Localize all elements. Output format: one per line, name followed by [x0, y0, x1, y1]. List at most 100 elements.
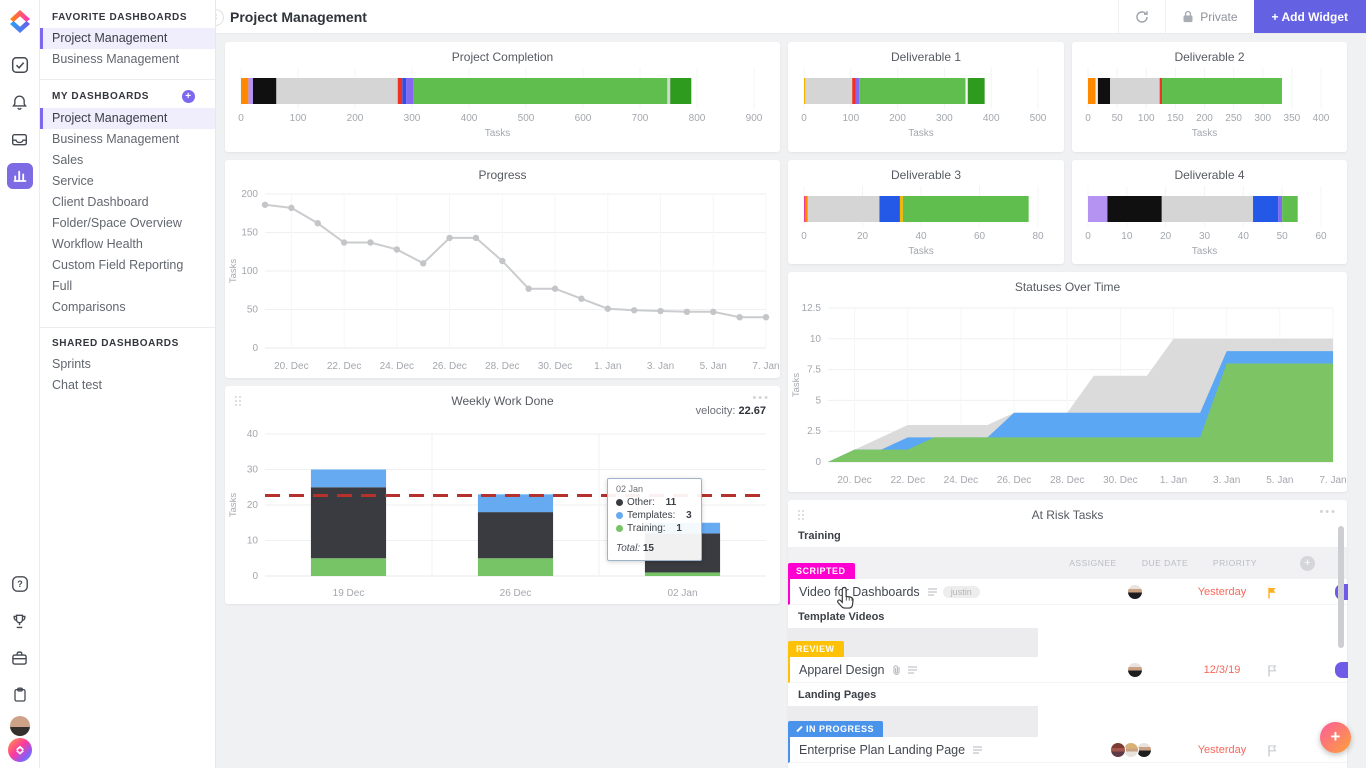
column-header-due-date: DUE DATE	[1130, 558, 1200, 568]
drag-handle-icon[interactable]	[797, 509, 805, 521]
sidebar-item-chat-test[interactable]: Chat test	[40, 375, 215, 396]
status-badge-scripted[interactable]: SCRIPTED	[788, 563, 855, 579]
sidebar-item-client-dashboard[interactable]: Client Dashboard	[40, 192, 215, 213]
widget-title: Deliverable 1	[788, 42, 1064, 64]
widget-deliverable-1[interactable]: Deliverable 1 0100200300400500Tasks	[788, 42, 1064, 152]
widget-menu-icon[interactable]: •••	[1319, 506, 1337, 518]
sidebar-item-folder-space-overview[interactable]: Folder/Space Overview	[40, 213, 215, 234]
priority-flag-icon[interactable]	[1267, 664, 1278, 682]
shared-dashboards-section-header: SHARED DASHBOARDS	[40, 332, 215, 354]
sidebar-item-custom-field-reporting[interactable]: Custom Field Reporting	[40, 255, 215, 276]
help-icon[interactable]: ?	[7, 571, 33, 597]
sidebar-item-service[interactable]: Service	[40, 171, 215, 192]
deliverable-2-chart: 050100150200250300350400Tasks	[1072, 66, 1347, 152]
drag-handle-icon[interactable]	[234, 395, 242, 407]
widget-title: Statuses Over Time	[788, 272, 1347, 294]
status-group-header: REVIEW	[788, 628, 1347, 657]
task-row-video-for-dashboards[interactable]: Video for Dashboards justin Yesterday	[788, 579, 1347, 605]
task-row-enterprise-plan-landing-page[interactable]: Enterprise Plan Landing Page Yesterday	[788, 737, 1347, 763]
svg-text:0: 0	[801, 113, 807, 124]
clickup-bot-icon[interactable]	[8, 738, 32, 762]
widget-progress[interactable]: Progress 05010015020020. Dec22. Dec24. D…	[225, 160, 780, 378]
widget-weekly-work-done[interactable]: Weekly Work Done ••• velocity: 22.67 010…	[225, 386, 780, 604]
due-date[interactable]: Yesterday	[1182, 586, 1262, 598]
training-series-dot	[616, 525, 623, 532]
sidebar-item-favorite-project-management[interactable]: Project Management	[40, 28, 215, 49]
widget-project-completion[interactable]: Project Completion 010020030040050060070…	[225, 42, 780, 152]
svg-text:12.5: 12.5	[802, 303, 822, 314]
sidebar-item-workflow-health[interactable]: Workflow Health	[40, 234, 215, 255]
svg-text:40: 40	[1238, 231, 1250, 242]
tasks-icon[interactable]	[7, 52, 33, 78]
divider	[40, 79, 215, 80]
priority-flag-icon[interactable]	[1267, 586, 1278, 604]
svg-text:0: 0	[1085, 113, 1091, 124]
assignee-avatar[interactable]	[1127, 584, 1143, 600]
dashboards-icon[interactable]	[7, 163, 33, 189]
svg-text:100: 100	[241, 266, 258, 277]
due-date[interactable]: 12/3/19	[1182, 664, 1262, 676]
widget-menu-icon[interactable]: •••	[752, 392, 770, 404]
trophy-icon[interactable]	[7, 608, 33, 634]
svg-text:1. Jan: 1. Jan	[594, 361, 621, 372]
tag-justin[interactable]: justin	[943, 586, 980, 598]
widget-statuses-over-time[interactable]: Statuses Over Time 02.557.51012.520. Dec…	[788, 272, 1347, 492]
add-dashboard-button[interactable]: +	[182, 90, 195, 103]
user-avatar[interactable]	[10, 716, 30, 736]
column-header-assignee: ASSIGNEE	[1058, 558, 1128, 568]
sidebar-item-full[interactable]: Full	[40, 276, 215, 297]
priority-flag-icon[interactable]	[1267, 744, 1278, 762]
svg-text:20: 20	[1160, 231, 1172, 242]
sidebar-item-sales[interactable]: Sales	[40, 150, 215, 171]
briefcase-icon[interactable]	[7, 645, 33, 671]
widget-deliverable-2[interactable]: Deliverable 2 050100150200250300350400Ta…	[1072, 42, 1347, 152]
add-widget-button[interactable]: + Add Widget	[1254, 0, 1366, 33]
svg-text:250: 250	[1225, 113, 1242, 124]
clipboard-icon[interactable]	[7, 682, 33, 708]
deliverable-4-chart: 0102030405060Tasks	[1072, 184, 1347, 264]
status-badge-in-progress[interactable]: IN PROGRESS	[788, 721, 883, 737]
widget-title: Project Completion	[225, 42, 780, 64]
refresh-button[interactable]	[1118, 0, 1165, 33]
task-row-apparel-design[interactable]: Apparel Design 12/3/19	[788, 657, 1347, 683]
sidebar-item-business-management[interactable]: Business Management	[40, 129, 215, 150]
widget-at-risk-tasks[interactable]: At Risk Tasks ••• Training SCRIPTED ASSI…	[788, 500, 1347, 768]
svg-text:10: 10	[810, 334, 822, 345]
widget-deliverable-3[interactable]: Deliverable 3 020406080Tasks	[788, 160, 1064, 264]
svg-text:900: 900	[746, 113, 763, 124]
svg-text:700: 700	[632, 113, 649, 124]
svg-text:0: 0	[252, 343, 258, 354]
svg-text:60: 60	[974, 231, 986, 242]
svg-text:Tasks: Tasks	[228, 259, 239, 284]
svg-text:28. Dec: 28. Dec	[485, 361, 519, 372]
widget-scrollbar[interactable]	[1338, 526, 1344, 648]
svg-text:50: 50	[1277, 231, 1289, 242]
list-label-template-videos[interactable]: Template Videos	[788, 605, 1347, 628]
svg-text:0: 0	[801, 231, 807, 242]
assignee-avatar[interactable]	[1110, 742, 1126, 758]
privacy-setting[interactable]: Private	[1165, 0, 1253, 33]
add-column-button[interactable]: +	[1300, 556, 1315, 571]
sidebar-item-sprints[interactable]: Sprints	[40, 354, 215, 375]
sidebar-item-project-management[interactable]: Project Management	[40, 108, 215, 129]
widget-title: Deliverable 3	[788, 160, 1064, 182]
add-task-fab[interactable]: +	[1320, 722, 1351, 753]
list-label-training[interactable]: Training	[788, 524, 1347, 547]
hammer-icon	[796, 726, 802, 732]
svg-text:26 Dec: 26 Dec	[500, 588, 532, 599]
inbox-icon[interactable]	[7, 126, 33, 152]
widget-deliverable-4[interactable]: Deliverable 4 0102030405060Tasks	[1072, 160, 1347, 264]
sidebar-item-favorite-business-management[interactable]: Business Management	[40, 49, 215, 70]
svg-text:500: 500	[1030, 113, 1047, 124]
svg-text:02 Jan: 02 Jan	[667, 588, 697, 599]
svg-text:40: 40	[915, 231, 927, 242]
assignee-avatar[interactable]	[1127, 662, 1143, 678]
sidebar-item-comparisons[interactable]: Comparisons	[40, 297, 215, 318]
open-task-icon[interactable]	[1335, 662, 1348, 678]
due-date[interactable]: Yesterday	[1182, 744, 1262, 756]
status-badge-review[interactable]: REVIEW	[788, 641, 844, 657]
list-label-landing-pages[interactable]: Landing Pages	[788, 683, 1347, 706]
notifications-bell-icon[interactable]	[7, 89, 33, 115]
clickup-logo-icon[interactable]	[7, 6, 33, 41]
svg-text:80: 80	[1032, 231, 1044, 242]
